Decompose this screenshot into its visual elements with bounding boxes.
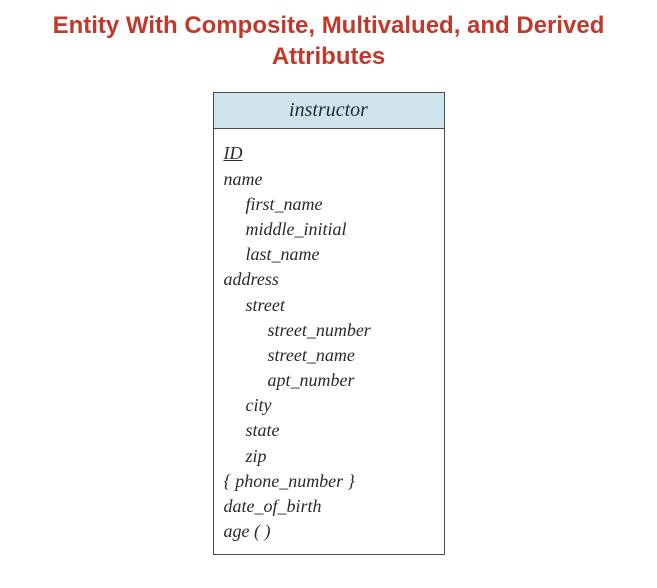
attribute-row: last_name [224,242,434,267]
attribute-row: middle_initial [224,217,434,242]
attribute-row: name [224,167,434,192]
attribute-row: zip [224,444,434,469]
attribute-row: street_number [224,318,434,343]
entity-box: instructor IDnamefirst_namemiddle_initia… [213,92,445,555]
attribute-row: street [224,293,434,318]
entity-name: instructor [214,93,444,129]
attribute-row: apt_number [224,368,434,393]
attribute-row: street_name [224,343,434,368]
attribute-row: state [224,418,434,443]
attribute-row: ID [224,141,434,166]
attribute-row: age ( ) [224,519,434,544]
entity-attributes: IDnamefirst_namemiddle_initiallast_namea… [214,129,444,554]
page-title: Entity With Composite, Multivalued, and … [0,10,657,72]
attribute-row: { phone_number } [224,469,434,494]
attribute-row: address [224,267,434,292]
attribute-row: date_of_birth [224,494,434,519]
attribute-row: city [224,393,434,418]
attribute-row: first_name [224,192,434,217]
